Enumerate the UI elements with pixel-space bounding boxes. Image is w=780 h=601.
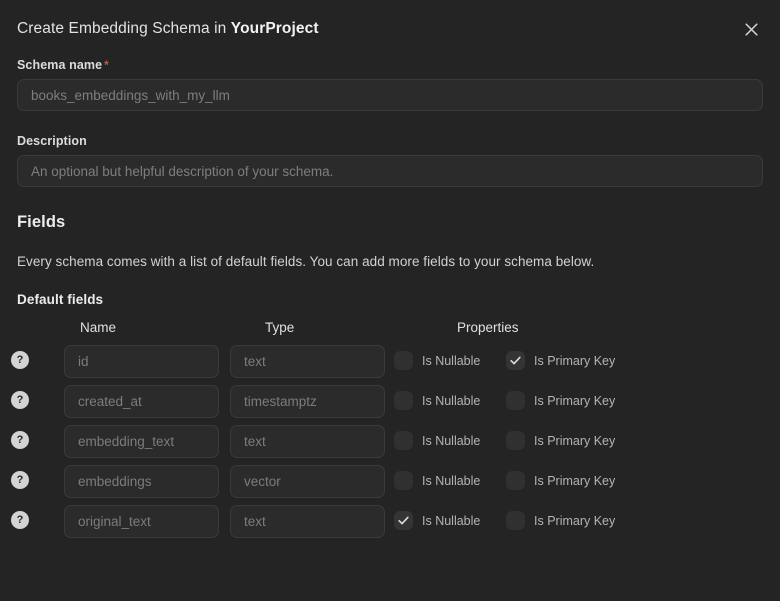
is-nullable-label: Is Nullable [422,353,481,368]
description-input[interactable] [17,155,763,187]
check-icon [397,514,410,527]
help-icon[interactable]: ? [11,471,29,489]
field-name-input[interactable] [64,345,219,378]
is-nullable-checkbox[interactable] [394,471,413,490]
description-group: Description [17,134,763,187]
schema-name-input[interactable] [17,79,763,111]
nullable-property: Is Nullable [394,351,480,370]
is-primary-key-label: Is Primary Key [534,433,616,448]
dialog-title-prefix: Create Embedding Schema in [17,20,231,37]
field-type-input[interactable] [230,465,385,498]
schema-form: Schema name* Description Fields Every sc… [0,58,780,542]
table-row: ? Is Nullable Is Primary Key [11,422,763,462]
column-header-type: Type [265,320,295,335]
is-nullable-label: Is Nullable [422,433,481,448]
required-indicator: * [104,58,109,72]
table-row: ? Is Nullable Is Primary Key [11,342,763,382]
fields-section-heading: Fields [17,213,66,231]
table-header-row: Name Type Properties [17,320,763,342]
field-type-input[interactable] [230,345,385,378]
table-row: ? Is Nullable Is Primary Key [11,502,763,542]
dialog-header: Create Embedding Schema in YourProject [0,0,780,58]
table-row: ? Is Nullable Is Primary Key [11,382,763,422]
primary-key-property: Is Primary Key [506,351,615,370]
nullable-property: Is Nullable [394,391,480,410]
schema-name-label-text: Schema name [17,58,103,72]
field-name-input[interactable] [64,505,219,538]
schema-name-label: Schema name * [17,58,763,72]
project-name: YourProject [230,20,319,37]
field-type-input[interactable] [230,385,385,418]
is-nullable-label: Is Nullable [422,393,481,408]
field-type-input[interactable] [230,425,385,458]
is-primary-key-checkbox[interactable] [506,391,525,410]
primary-key-property: Is Primary Key [506,471,615,490]
primary-key-property: Is Primary Key [506,391,615,410]
is-primary-key-checkbox[interactable] [506,511,525,530]
column-header-name: Name [80,320,117,335]
table-row: ? Is Nullable Is Primary Key [11,462,763,502]
table-rows-container: ? Is Nullable Is Primary Key? Is Nullable Is… [11,342,763,542]
check-icon [509,354,522,367]
page-title: Create Embedding Schema in YourProject [17,20,319,38]
default-fields-table: Name Type Properties ? Is Nullable Is Prim… [11,320,763,542]
is-nullable-checkbox[interactable] [394,431,413,450]
is-primary-key-label: Is Primary Key [534,393,616,408]
is-primary-key-checkbox[interactable] [506,431,525,450]
primary-key-property: Is Primary Key [506,431,615,450]
nullable-property: Is Nullable [394,431,480,450]
is-primary-key-label: Is Primary Key [534,473,616,488]
is-nullable-checkbox[interactable] [394,391,413,410]
is-nullable-checkbox[interactable] [394,511,413,530]
default-fields-heading: Default fields [17,292,104,307]
column-header-properties: Properties [457,320,519,335]
help-icon[interactable]: ? [11,511,29,529]
is-primary-key-label: Is Primary Key [534,513,616,528]
is-nullable-label: Is Nullable [422,473,481,488]
field-type-input[interactable] [230,505,385,538]
help-icon[interactable]: ? [11,391,29,409]
is-nullable-label: Is Nullable [422,513,481,528]
fields-section-description: Every schema comes with a list of defaul… [17,254,595,269]
nullable-property: Is Nullable [394,511,480,530]
help-icon[interactable]: ? [11,431,29,449]
close-button[interactable] [736,14,766,44]
close-icon [744,22,759,37]
primary-key-property: Is Primary Key [506,511,615,530]
field-name-input[interactable] [64,385,219,418]
field-name-input[interactable] [64,465,219,498]
nullable-property: Is Nullable [394,471,480,490]
description-label: Description [17,134,87,148]
help-icon[interactable]: ? [11,351,29,369]
schema-name-group: Schema name * [17,58,763,111]
field-name-input[interactable] [64,425,219,458]
is-nullable-checkbox[interactable] [394,351,413,370]
is-primary-key-checkbox[interactable] [506,471,525,490]
is-primary-key-label: Is Primary Key [534,353,616,368]
is-primary-key-checkbox[interactable] [506,351,525,370]
